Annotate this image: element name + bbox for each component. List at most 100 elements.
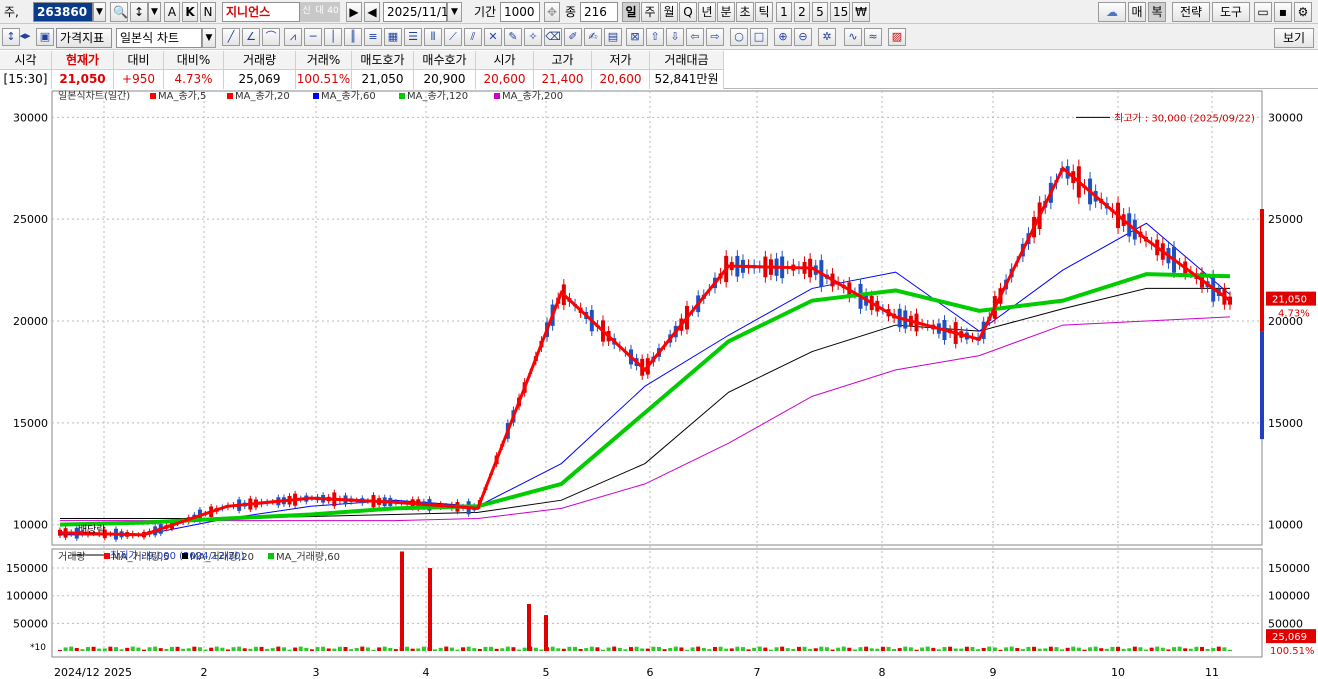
indicator-select[interactable]: 가격지표	[56, 28, 112, 48]
interval-quarter[interactable]: Q	[679, 2, 697, 22]
delete-icon[interactable]: ⊠	[626, 28, 644, 46]
legend-swatch	[313, 93, 319, 99]
parallel-tool-icon[interactable]: ⫽	[464, 28, 482, 46]
volume-bar	[197, 647, 202, 651]
settings-icon[interactable]: ▣	[36, 28, 54, 46]
edit-icon[interactable]: ✍	[584, 28, 602, 46]
volume-bar	[332, 648, 337, 651]
sort-dropdown-icon[interactable]: ▼	[148, 2, 161, 22]
save-icon[interactable]: ▪	[1274, 2, 1292, 22]
interval-2[interactable]: 2	[794, 2, 810, 22]
next-icon[interactable]: ▶	[346, 2, 362, 22]
legend-swatch	[227, 93, 233, 99]
volume-bar	[796, 646, 801, 651]
dividend-annotation: 배당락	[78, 524, 106, 536]
interval-15[interactable]: 15	[830, 2, 850, 22]
chart-type-dropdown-icon[interactable]: ▼	[202, 28, 216, 48]
left-right-icon[interactable]: ◂▸	[16, 28, 34, 46]
stock-code-input[interactable]: 263860	[33, 2, 93, 22]
volume-bar	[970, 647, 975, 651]
circle-tool-icon[interactable]: ○	[730, 28, 748, 46]
bars-tool-icon[interactable]: ║	[344, 28, 362, 46]
volume-spike	[428, 568, 432, 651]
top-toolbar: 주, 263860 ▼ 🔍 ↕ ▼ A K N 지니언스 신 대 40 ▶ ◀ …	[0, 0, 1318, 24]
rect-tool-icon[interactable]: □	[750, 28, 768, 46]
interval-week[interactable]: 주	[641, 2, 659, 22]
strategy-button[interactable]: 전략	[1172, 2, 1210, 22]
folder-icon[interactable]: ▭	[1254, 2, 1272, 22]
volume-bar	[74, 647, 79, 651]
angle-tool-icon[interactable]: ∠	[242, 28, 260, 46]
date-input[interactable]: 2025/11/10	[383, 2, 456, 22]
pencil-icon[interactable]: ✎	[504, 28, 522, 46]
trend-tool-icon[interactable]: ⟋	[444, 28, 462, 46]
channel-tool-icon[interactable]: ⫴	[424, 28, 442, 46]
volume-tick-left: 100000	[6, 590, 48, 603]
volume-bar	[931, 647, 936, 651]
levels-tool-icon[interactable]: ☰	[404, 28, 422, 46]
view-button[interactable]: 보기	[1274, 28, 1314, 48]
volume-tick-left: 50000	[13, 617, 48, 630]
interval-year[interactable]: 년	[698, 2, 716, 22]
volume-bar	[880, 646, 885, 651]
interval-month[interactable]: 월	[660, 2, 678, 22]
zoom-out-icon[interactable]: ⊖	[794, 28, 812, 46]
volume-bar	[1194, 646, 1199, 651]
zoom-icon[interactable]: ⊕	[774, 28, 792, 46]
chart-type-select[interactable]: 일본식 차트	[116, 28, 202, 48]
brush-icon[interactable]: ✐	[564, 28, 582, 46]
volume-bar	[824, 647, 829, 651]
fibo-tool-icon[interactable]: ≡	[364, 28, 382, 46]
interval-minute[interactable]: 분	[717, 2, 735, 22]
calendar-dropdown-icon[interactable]: ▼	[447, 2, 462, 22]
wrench-icon[interactable]: ⚙	[1294, 2, 1312, 22]
tool-k-button[interactable]: K	[182, 2, 198, 22]
cloud-icon[interactable]: ☁	[1098, 2, 1126, 22]
volume-unit: *10	[30, 643, 46, 653]
bug-icon[interactable]: ✲	[818, 28, 836, 46]
volume-bar	[237, 646, 242, 651]
code-dropdown-icon[interactable]: ▼	[93, 2, 106, 22]
volume-bar	[141, 649, 146, 651]
move-icon[interactable]: ✥	[544, 2, 560, 22]
volume-bar	[847, 647, 852, 651]
wave-icon[interactable]: ∿	[844, 28, 862, 46]
image-icon[interactable]: ▨	[888, 28, 906, 46]
right-button-2[interactable]: 복	[1148, 2, 1166, 22]
interval-5[interactable]: 5	[812, 2, 828, 22]
tool-a-button[interactable]: A	[164, 2, 180, 22]
interval-second[interactable]: 초	[736, 2, 754, 22]
grid-tool-icon[interactable]: ▦	[384, 28, 402, 46]
tools-button[interactable]: 도구	[1212, 2, 1250, 22]
interval-day[interactable]: 일	[622, 2, 640, 22]
search-icon[interactable]: 🔍	[110, 2, 128, 22]
vline-tool-icon[interactable]: │	[324, 28, 342, 46]
stock-name-field[interactable]: 지니언스	[222, 2, 300, 22]
clipboard-icon[interactable]: ▤	[604, 28, 622, 46]
arrow-up-icon[interactable]: ⇧	[646, 28, 664, 46]
arrow-right-icon[interactable]: ⇨	[706, 28, 724, 46]
prev-icon[interactable]: ◀	[364, 2, 380, 22]
arrow-left-icon[interactable]: ⇦	[686, 28, 704, 46]
sort-icon[interactable]: ↕	[130, 2, 148, 22]
fan-tool-icon[interactable]: ⩘	[284, 28, 302, 46]
won-button[interactable]: ₩	[852, 2, 870, 22]
period-input[interactable]: 1000	[500, 2, 540, 22]
eraser-icon[interactable]: ⌫	[544, 28, 562, 46]
tool-n-button[interactable]: N	[200, 2, 216, 22]
interval-1[interactable]: 1	[776, 2, 792, 22]
wave2-icon[interactable]: ≈	[864, 28, 882, 46]
line-tool-icon[interactable]: ╱	[222, 28, 240, 46]
hline-tool-icon[interactable]: ─	[304, 28, 322, 46]
volume-bar	[701, 648, 706, 651]
count-input[interactable]: 216	[580, 2, 618, 22]
volume-bar	[119, 649, 124, 651]
scale-strip-down	[1260, 331, 1264, 440]
right-button-1[interactable]: 매	[1128, 2, 1146, 22]
magic-icon[interactable]: ✧	[524, 28, 542, 46]
arrow-down-icon[interactable]: ⇩	[666, 28, 684, 46]
arc-tool-icon[interactable]: ⌒	[262, 28, 280, 46]
chart-area[interactable]: 30000 3000025000 2500020000 2000015000 15000…	[0, 89, 1318, 679]
interval-tick[interactable]: 틱	[755, 2, 773, 22]
cross-tool-icon[interactable]: ✕	[484, 28, 502, 46]
